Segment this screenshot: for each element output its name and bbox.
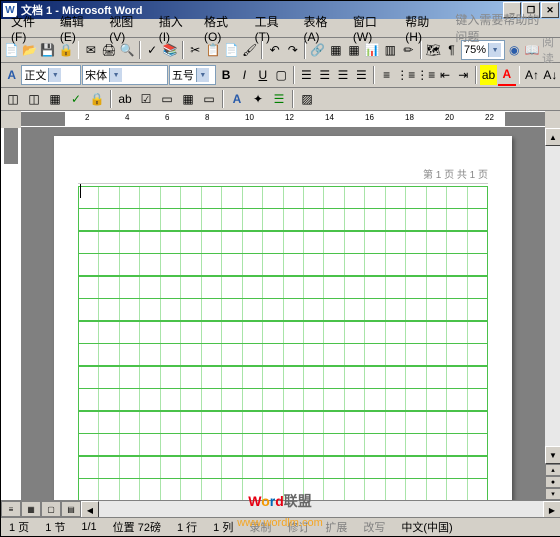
tb3-text[interactable]: ☰ bbox=[269, 89, 289, 109]
bullets-button[interactable]: ⋮≡ bbox=[416, 65, 435, 85]
underline-button[interactable]: U bbox=[254, 65, 271, 85]
print-view-button[interactable]: ▢ bbox=[41, 501, 61, 517]
status-bar: 1 页 1 节 1/1 位置 72磅 1 行 1 列 录制 修订 扩展 改写 中… bbox=[1, 517, 560, 536]
status-lang[interactable]: 中文(中国) bbox=[397, 519, 456, 535]
tb3-3[interactable]: ▦ bbox=[45, 89, 65, 109]
menu-bar: 文件(F) 编辑(E) 视图(V) 插入(I) 格式(O) 工具(T) 表格(A… bbox=[1, 19, 560, 38]
document-area[interactable]: 第 1 页 共 1 页 bbox=[22, 128, 544, 500]
style-combo[interactable]: 正文▼ bbox=[21, 65, 81, 85]
browse-select-button[interactable]: ● bbox=[545, 476, 560, 488]
tb3-shade[interactable]: ▨ bbox=[297, 89, 317, 109]
tb3-field4[interactable]: ▦ bbox=[178, 89, 198, 109]
italic-button[interactable]: I bbox=[236, 65, 253, 85]
align-center-button[interactable]: ☰ bbox=[316, 65, 333, 85]
tb3-field5[interactable]: ▭ bbox=[199, 89, 219, 109]
vertical-scrollbar[interactable]: ▲ ▼ ▴ ● ▾ bbox=[544, 128, 560, 500]
h-scroll-track[interactable] bbox=[99, 501, 543, 517]
browse-object: ▴ ● ▾ bbox=[545, 464, 560, 500]
line-spacing-button[interactable]: ≡ bbox=[378, 65, 395, 85]
highlight-button[interactable]: ab bbox=[480, 65, 497, 85]
numbering-button[interactable]: ⋮≡ bbox=[396, 65, 415, 85]
tb3-field2[interactable]: ☑ bbox=[136, 89, 156, 109]
text-cursor bbox=[80, 184, 81, 198]
menu-file[interactable]: 文件(F) bbox=[5, 12, 52, 45]
font-color-button[interactable]: A bbox=[498, 64, 515, 86]
status-position: 位置 72磅 bbox=[109, 519, 165, 535]
view-buttons: ≡ ▦ ▢ ▤ bbox=[1, 501, 81, 517]
work-area: 第 1 页 共 1 页 ▲ ▼ ▴ ● ▾ bbox=[1, 128, 560, 500]
menu-format[interactable]: 格式(O) bbox=[198, 12, 247, 45]
page[interactable]: 第 1 页 共 1 页 bbox=[54, 136, 512, 500]
status-pages: 1/1 bbox=[77, 521, 100, 533]
tb3-a[interactable]: A bbox=[227, 89, 247, 109]
font-combo[interactable]: 宋体▼ bbox=[82, 65, 168, 85]
indent-button[interactable]: ⇥ bbox=[455, 65, 472, 85]
extra-toolbar: ◫ ◫ ▦ ✓ 🔒 ab ☑ ▭ ▦ ▭ A ✦ ☰ ▨ bbox=[1, 88, 560, 111]
format-toolbar: A 正文▼ 宋体▼ 五号▼ B I U ▢ ☰ ☰ ☰ ☰ ≡ ⋮≡ ⋮≡ ⇤ … bbox=[1, 63, 560, 88]
status-ovr[interactable]: 改写 bbox=[359, 519, 389, 535]
prev-page-button[interactable]: ▴ bbox=[545, 464, 560, 476]
app-window: W 文档 1 - Microsoft Word _ ❐ ✕ 文件(F) 编辑(E… bbox=[0, 0, 560, 537]
menu-edit[interactable]: 编辑(E) bbox=[54, 12, 101, 45]
tb3-sparkle[interactable]: ✦ bbox=[248, 89, 268, 109]
menu-table[interactable]: 表格(A) bbox=[297, 12, 344, 45]
menu-insert[interactable]: 插入(I) bbox=[153, 12, 196, 45]
size-combo[interactable]: 五号▼ bbox=[169, 65, 217, 85]
menu-window[interactable]: 窗口(W) bbox=[347, 12, 397, 45]
styles-button[interactable]: A bbox=[3, 65, 20, 85]
status-rec[interactable]: 录制 bbox=[245, 519, 275, 535]
page-header: 第 1 页 共 1 页 bbox=[78, 166, 488, 184]
status-ext[interactable]: 扩展 bbox=[321, 519, 351, 535]
status-rev[interactable]: 修订 bbox=[283, 519, 313, 535]
scroll-up-button[interactable]: ▲ bbox=[545, 128, 560, 146]
status-section: 1 节 bbox=[41, 519, 69, 535]
bold-button[interactable]: B bbox=[217, 65, 234, 85]
manuscript-grid bbox=[78, 186, 488, 500]
menu-tools[interactable]: 工具(T) bbox=[249, 12, 296, 45]
scroll-track[interactable] bbox=[545, 146, 560, 446]
tb3-field3[interactable]: ▭ bbox=[157, 89, 177, 109]
scroll-down-button[interactable]: ▼ bbox=[545, 446, 560, 464]
border-button[interactable]: ▢ bbox=[272, 65, 289, 85]
status-col: 1 列 bbox=[209, 519, 237, 535]
vertical-ruler[interactable] bbox=[1, 128, 22, 500]
tb3-check[interactable]: ✓ bbox=[66, 89, 86, 109]
align-left-button[interactable]: ☰ bbox=[298, 65, 315, 85]
status-line: 1 行 bbox=[173, 519, 201, 535]
outline-view-button[interactable]: ▤ bbox=[61, 501, 81, 517]
menu-help[interactable]: 帮助(H) bbox=[399, 12, 447, 45]
menu-view[interactable]: 视图(V) bbox=[103, 12, 150, 45]
help-search[interactable]: 键入需要帮助的问题 bbox=[449, 10, 557, 46]
tb3-lock[interactable]: 🔒 bbox=[87, 89, 107, 109]
tb3-2[interactable]: ◫ bbox=[24, 89, 44, 109]
shrink-font-button[interactable]: A↓ bbox=[542, 65, 559, 85]
justify-button[interactable]: ☰ bbox=[353, 65, 370, 85]
horizontal-scrollbar-row: ≡ ▦ ▢ ▤ ◀ ▶ bbox=[1, 500, 560, 517]
tb3-field1[interactable]: ab bbox=[115, 89, 135, 109]
status-page: 1 页 bbox=[5, 519, 33, 535]
align-right-button[interactable]: ☰ bbox=[334, 65, 351, 85]
grow-font-button[interactable]: A↑ bbox=[523, 65, 540, 85]
next-page-button[interactable]: ▾ bbox=[545, 488, 560, 500]
web-view-button[interactable]: ▦ bbox=[21, 501, 41, 517]
normal-view-button[interactable]: ≡ bbox=[1, 501, 21, 517]
tb3-1[interactable]: ◫ bbox=[3, 89, 23, 109]
horizontal-ruler[interactable]: 2 4 6 8 10 12 14 16 18 20 22 bbox=[21, 111, 545, 128]
outdent-button[interactable]: ⇤ bbox=[436, 65, 453, 85]
